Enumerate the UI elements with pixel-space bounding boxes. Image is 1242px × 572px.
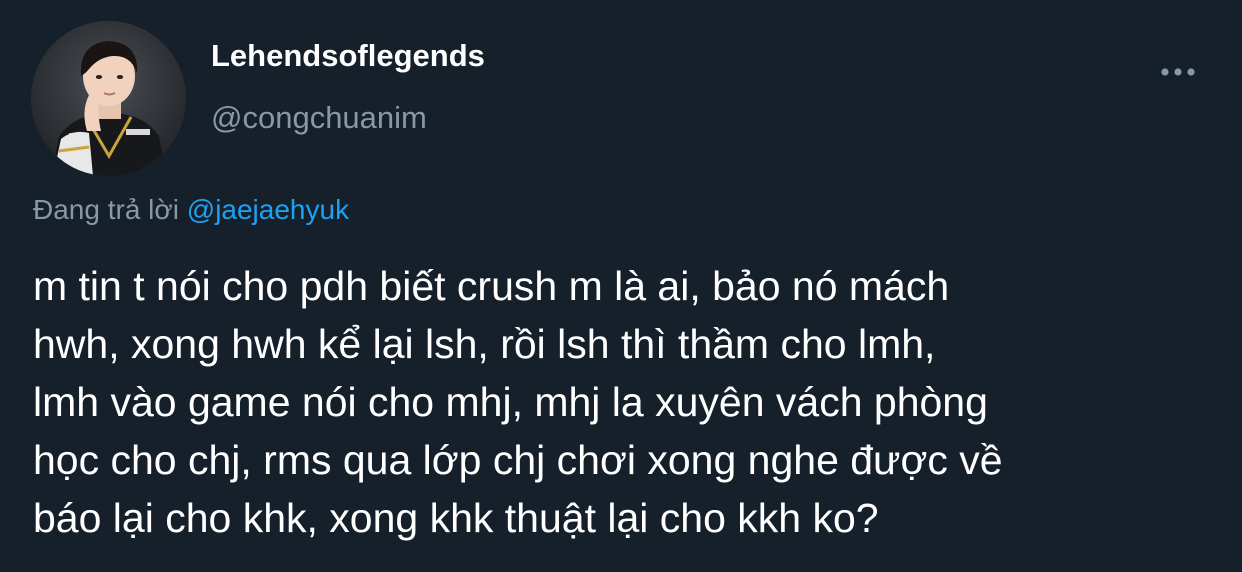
author-handle[interactable]: @congchuanim bbox=[211, 100, 427, 136]
tweet-card: Lehendsoflegends @congchuanim Đang trả l… bbox=[0, 0, 1242, 572]
avatar-image bbox=[31, 21, 186, 176]
author-display-name[interactable]: Lehendsoflegends bbox=[211, 38, 485, 74]
reply-mention-link[interactable]: @jaejaehyuk bbox=[187, 194, 349, 225]
author-avatar[interactable] bbox=[31, 21, 186, 176]
replying-to-label: Đang trả lời bbox=[33, 194, 187, 225]
replying-to: Đang trả lời @jaejaehyuk bbox=[33, 194, 349, 226]
more-horizontal-icon bbox=[1161, 68, 1195, 76]
more-options-button[interactable] bbox=[1150, 56, 1206, 88]
tweet-body-text: m tin t nói cho pdh biết crush m là ai, … bbox=[33, 263, 1003, 541]
